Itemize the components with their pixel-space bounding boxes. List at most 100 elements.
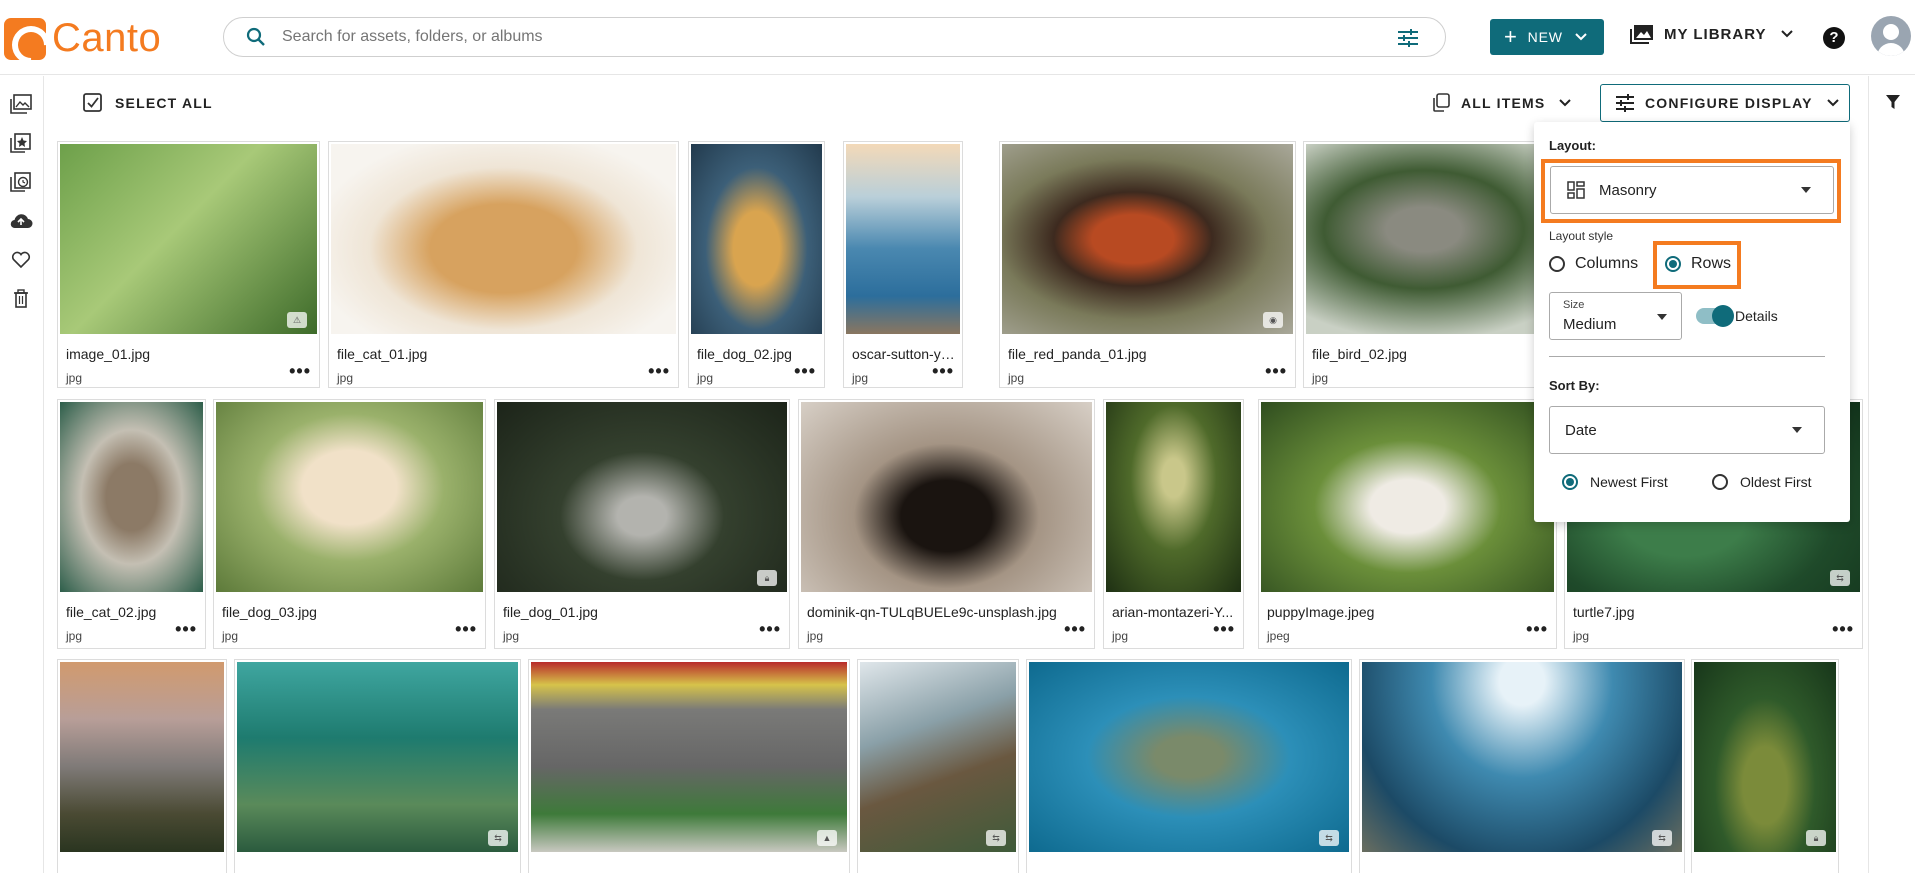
my-library-menu[interactable]: MY LIBRARY xyxy=(1630,24,1793,44)
search-filters-icon[interactable] xyxy=(1397,28,1419,48)
asset-thumbnail[interactable] xyxy=(497,402,787,592)
configure-display-button[interactable]: CONFIGURE DISPLAY xyxy=(1600,84,1850,122)
details-label: Details xyxy=(1735,308,1778,324)
details-toggle[interactable] xyxy=(1696,305,1734,327)
asset-thumbnail[interactable] xyxy=(801,402,1092,592)
lock-icon: 🔒︎ xyxy=(1806,830,1826,846)
search-icon xyxy=(246,27,265,46)
asset-card[interactable]: puppyImage.jpeg jpeg ••• xyxy=(1258,399,1557,649)
asset-card[interactable]: oscar-sutton-yihla... jpg ••• xyxy=(843,141,963,388)
more-options-icon[interactable]: ••• xyxy=(1213,620,1235,638)
select-all-button[interactable]: SELECT ALL xyxy=(83,93,213,113)
asset-thumbnail[interactable] xyxy=(1029,662,1349,852)
asset-thumbnail[interactable] xyxy=(60,662,224,852)
sort-by-label: Sort By: xyxy=(1549,378,1600,393)
asset-type: jpg xyxy=(337,371,354,385)
asset-thumbnail[interactable] xyxy=(1261,402,1554,592)
dashboard-icon xyxy=(1567,181,1585,199)
asset-card[interactable]: 🔒︎ file_dog_01.jpg jpg ••• xyxy=(494,399,790,649)
sort-select[interactable]: Date xyxy=(1549,406,1825,454)
size-caption: Size xyxy=(1563,299,1585,311)
asset-name: oscar-sutton-yihla... xyxy=(852,346,956,362)
all-items-dropdown[interactable]: ALL ITEMS xyxy=(1431,93,1572,113)
asset-thumbnail[interactable] xyxy=(846,144,960,334)
asset-thumbnail[interactable] xyxy=(331,144,676,334)
asset-name: turtle7.jpg xyxy=(1573,604,1635,620)
search-bar[interactable] xyxy=(223,17,1446,57)
size-select[interactable]: Size Medium xyxy=(1549,292,1682,340)
new-button[interactable]: + NEW xyxy=(1490,19,1604,55)
asset-card[interactable]: ⇆ xyxy=(1359,659,1685,873)
asset-thumbnail[interactable] xyxy=(237,662,518,852)
left-nav xyxy=(0,76,44,873)
more-options-icon[interactable]: ••• xyxy=(455,620,477,638)
asset-type: jpg xyxy=(852,371,869,385)
history-icon[interactable] xyxy=(9,170,33,194)
asset-card[interactable]: ▲ xyxy=(528,659,850,873)
more-options-icon[interactable]: ••• xyxy=(932,362,954,380)
asset-name: puppyImage.jpeg xyxy=(1267,604,1375,620)
asset-thumbnail[interactable] xyxy=(860,662,1016,852)
favorites-icon[interactable] xyxy=(9,248,33,272)
newest-first-radio-button[interactable]: Newest First xyxy=(1562,474,1668,490)
asset-thumbnail[interactable] xyxy=(1694,662,1836,852)
asset-type: jpeg xyxy=(1267,629,1290,643)
library-icon[interactable] xyxy=(9,92,33,116)
asset-card[interactable]: file_cat_01.jpg jpg ••• xyxy=(328,141,679,388)
share-icon: ⇆ xyxy=(1652,830,1672,846)
size-value: Medium xyxy=(1563,316,1617,333)
asset-thumbnail[interactable] xyxy=(1106,402,1241,592)
right-rail xyxy=(1868,76,1915,873)
more-options-icon[interactable]: ••• xyxy=(648,362,670,380)
collections-icon[interactable] xyxy=(9,131,33,155)
trash-icon[interactable] xyxy=(9,287,33,311)
asset-card[interactable]: dominik-qn-TULqBUELe9c-unsplash.jpg jpg … xyxy=(798,399,1095,649)
upload-icon[interactable] xyxy=(9,209,33,233)
asset-card[interactable]: ◉ file_red_panda_01.jpg jpg ••• xyxy=(999,141,1296,388)
asset-card[interactable]: 🔒︎ xyxy=(1691,659,1839,873)
asset-thumbnail[interactable] xyxy=(531,662,847,852)
asset-thumbnail[interactable] xyxy=(60,144,317,334)
filter-icon[interactable] xyxy=(1885,94,1901,110)
search-input[interactable] xyxy=(282,28,1342,46)
more-options-icon[interactable]: ••• xyxy=(1064,620,1086,638)
more-options-icon[interactable]: ••• xyxy=(1526,620,1548,638)
asset-thumbnail[interactable] xyxy=(216,402,483,592)
asset-card[interactable]: ⚠ image_01.jpg jpg ••• xyxy=(57,141,320,388)
asset-card[interactable]: file_dog_02.jpg jpg ••• xyxy=(688,141,825,388)
asset-card[interactable] xyxy=(57,659,227,873)
more-options-icon[interactable]: ••• xyxy=(289,362,311,380)
asset-thumbnail[interactable] xyxy=(1002,144,1293,334)
columns-radio[interactable]: Columns xyxy=(1549,255,1638,273)
asset-card[interactable]: ⇆ xyxy=(234,659,521,873)
asset-card[interactable]: file_cat_02.jpg jpg ••• xyxy=(57,399,206,649)
more-options-icon[interactable]: ••• xyxy=(1265,362,1287,380)
asset-name: file_dog_02.jpg xyxy=(697,346,792,362)
asset-card[interactable]: file_dog_03.jpg jpg ••• xyxy=(213,399,486,649)
asset-thumbnail[interactable] xyxy=(60,402,203,592)
layout-select[interactable]: Masonry xyxy=(1550,166,1834,214)
chevron-down-icon xyxy=(1575,33,1587,41)
user-avatar[interactable] xyxy=(1871,16,1911,56)
asset-card[interactable]: ⇆ xyxy=(1026,659,1352,873)
more-options-icon[interactable]: ••• xyxy=(175,620,197,638)
help-icon[interactable]: ? xyxy=(1823,27,1845,49)
asset-card[interactable]: ⇆ xyxy=(857,659,1019,873)
more-options-icon[interactable]: ••• xyxy=(759,620,781,638)
oldest-first-radio-button[interactable]: Oldest First xyxy=(1712,474,1812,490)
canto-logo[interactable]: Canto xyxy=(4,16,161,61)
more-options-icon[interactable]: ••• xyxy=(1832,620,1854,638)
asset-type: jpg xyxy=(1573,629,1590,643)
asset-card[interactable]: arian-montazeri-Y... jpg ••• xyxy=(1103,399,1244,649)
layout-style-label: Layout style xyxy=(1549,229,1614,243)
hidden-icon: ◉ xyxy=(1263,312,1283,328)
lock-icon: 🔒︎ xyxy=(757,570,777,586)
toggle-knob xyxy=(1712,305,1734,327)
image-icon: ▲ xyxy=(817,830,837,846)
asset-thumbnail[interactable] xyxy=(691,144,822,334)
asset-thumbnail[interactable] xyxy=(1362,662,1682,852)
sort-value: Date xyxy=(1565,421,1597,439)
asset-type: jpg xyxy=(1312,371,1329,385)
more-options-icon[interactable]: ••• xyxy=(794,362,816,380)
rows-radio[interactable]: Rows xyxy=(1665,255,1731,273)
